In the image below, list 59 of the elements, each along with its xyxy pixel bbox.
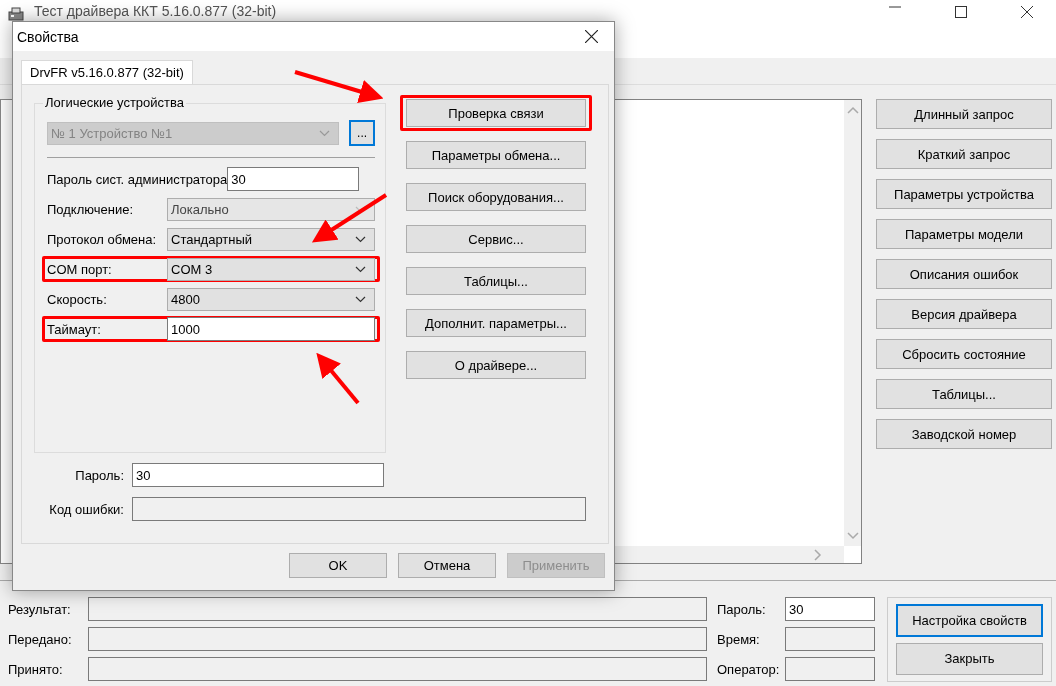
chevron-down-icon[interactable] — [846, 532, 859, 540]
chevron-up-icon[interactable] — [846, 106, 859, 114]
window-title: Тест драйвера ККТ 5.16.0.877 (32-bit) — [34, 3, 277, 19]
action-button[interactable]: Параметры обмена... — [406, 141, 586, 169]
field-label: Пароль: — [717, 601, 767, 617]
action-button[interactable]: Сервис... — [406, 225, 586, 253]
group-title: Логические устройства — [43, 95, 187, 110]
field-label: COM порт: — [47, 261, 113, 277]
field-label: Передано: — [8, 631, 73, 647]
chevron-down-icon — [355, 265, 366, 273]
side-button[interactable]: Сбросить состояние — [876, 339, 1052, 369]
side-button[interactable]: Параметры модели — [876, 219, 1052, 249]
field-label: Пароль сист. администратора — [47, 171, 228, 187]
side-button[interactable]: Описания ошибок — [876, 259, 1052, 289]
tab[interactable]: DrvFR v5.16.0.877 (32-bit) — [21, 60, 193, 84]
field-label: Принято: — [8, 661, 64, 677]
action-button[interactable]: Дополнит. параметры... — [406, 309, 586, 337]
field-label: Пароль: — [74, 467, 125, 483]
dropdown[interactable]: COM 3 — [167, 257, 375, 281]
annotation-arrow — [316, 352, 360, 405]
side-button[interactable]: Краткий запрос — [876, 139, 1052, 169]
side-button[interactable]: Заводской номер — [876, 419, 1052, 449]
action-button[interactable]: Закрыть — [896, 642, 1043, 675]
chevron-right-icon[interactable] — [814, 548, 822, 561]
input-field[interactable]: 1000 — [167, 317, 375, 341]
field-label: Код ошибки: — [48, 501, 125, 517]
field-label: Протокол обмена: — [47, 231, 158, 247]
action-button[interactable]: Поиск оборудования... — [406, 183, 586, 211]
input-field[interactable]: 30 — [227, 167, 360, 191]
password-field[interactable]: 30 — [785, 597, 875, 621]
side-button[interactable]: Версия драйвера — [876, 299, 1052, 329]
action-button[interactable]: О драйвере... — [406, 351, 586, 379]
action-button[interactable]: Проверка связи — [406, 99, 586, 127]
field-label: Скорость: — [47, 291, 108, 307]
browse-button[interactable]: ... — [349, 120, 375, 146]
close-icon[interactable] — [1021, 6, 1033, 18]
action-button[interactable]: Таблицы... — [406, 267, 586, 295]
field-label: Время: — [717, 631, 761, 647]
dropdown[interactable]: 4800 — [167, 287, 375, 311]
side-button[interactable]: Длинный запрос — [876, 99, 1052, 129]
dialog-button[interactable]: OK — [289, 553, 387, 578]
minimize-icon[interactable] — [889, 6, 901, 8]
action-button[interactable]: Настройка свойств — [896, 604, 1043, 637]
side-button[interactable]: Параметры устройства — [876, 179, 1052, 209]
password-field[interactable]: 30 — [132, 463, 384, 487]
close-icon[interactable] — [585, 30, 598, 43]
chevron-down-icon — [355, 235, 366, 243]
dropdown[interactable]: Стандартный — [167, 227, 375, 251]
field-label: Результат: — [8, 601, 72, 617]
field-label: Оператор: — [717, 661, 781, 677]
field-label: Подключение: — [47, 201, 135, 217]
side-button[interactable]: Таблицы... — [876, 379, 1052, 409]
chevron-down-icon — [355, 295, 366, 303]
vertical-scrollbar[interactable] — [844, 100, 861, 546]
maximize-icon[interactable] — [955, 6, 967, 18]
dialog-title: Свойства — [17, 28, 79, 45]
chevron-down-icon — [319, 129, 331, 137]
field-label: Таймаут: — [47, 321, 102, 337]
dialog-button[interactable]: Отмена — [398, 553, 496, 578]
